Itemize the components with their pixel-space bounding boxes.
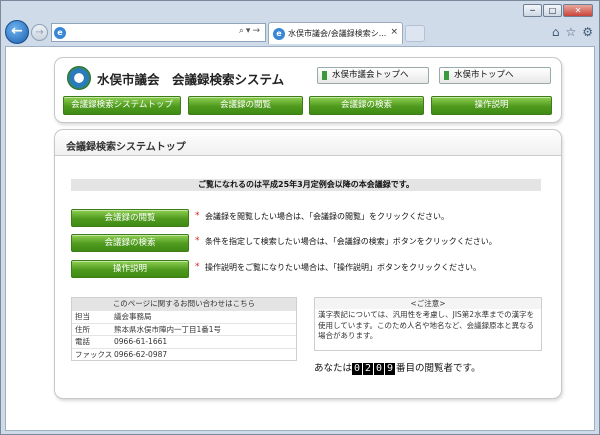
notice-bar: ご覧になれるのは平成25年3月定例会以降の本会議録です。	[71, 179, 541, 191]
council-top-link[interactable]: 水俣市議会トップへ	[317, 67, 429, 84]
new-tab-button[interactable]	[405, 25, 425, 42]
contact-value: 0966-61-1661	[114, 337, 168, 346]
search-minutes-button[interactable]: 会議録の検索	[71, 234, 189, 252]
counter-digit: 0	[374, 362, 385, 375]
home-icon[interactable]: ⌂	[552, 25, 560, 39]
contact-label: 電話	[75, 337, 90, 346]
instructions-button[interactable]: 操作説明	[71, 260, 189, 278]
bullet-asterisk: *	[195, 262, 200, 272]
tab-close-icon[interactable]: ×	[390, 27, 398, 37]
browser-window: ─ □ ✕ ← → e ⌕▾→ e 水俣市議会/会議録検索シ... × ⌂ ☆ …	[0, 0, 600, 435]
bullet-asterisk: *	[195, 211, 200, 221]
city-top-link[interactable]: 水俣市トップへ	[439, 67, 551, 84]
instructions-description: 操作説明をご覧になりたい場合は、「操作説明」ボタンをクリックください。	[205, 263, 481, 272]
minimize-button[interactable]: ─	[523, 4, 542, 17]
table-row: 住所 熊本県水俣市陣内一丁目1番1号	[72, 322, 296, 336]
table-row: 電話 0966-61-1661	[72, 335, 296, 348]
contact-value: 0966-62-0987	[114, 349, 168, 359]
nav-instructions[interactable]: 操作説明	[431, 96, 552, 115]
window-controls: ─ □ ✕	[523, 4, 593, 17]
caution-box: <ご注意> 漢字表記については、汎用性を考慮し、JIS第2水準までの漢字を使用し…	[314, 297, 542, 351]
tab-ie-icon: e	[273, 28, 285, 40]
browse-minutes-button[interactable]: 会議録の閲覧	[71, 209, 189, 227]
main-header: 会議録検索システムトップ	[55, 130, 561, 156]
site-title: 水俣市議会 会議録検索システム	[97, 72, 285, 87]
nav-system-top[interactable]: 会議録検索システムトップ	[63, 96, 181, 115]
main-panel: 会議録検索システムトップ ご覧になれるのは平成25年3月定例会以降の本会議録です…	[54, 129, 562, 399]
visitor-counter: あなたは 0 2 0 9 番目の閲覧者です。	[314, 360, 481, 375]
bullet-asterisk: *	[195, 236, 200, 246]
caution-text: 漢字表記については、汎用性を考慮し、JIS第2水準までの漢字を使用しています。こ…	[318, 310, 535, 340]
site-header-panel: 水俣市議会 会議録検索システム 水俣市議会トップへ 水俣市トップへ 会議録検索シ…	[54, 57, 562, 123]
counter-digit: 0	[352, 362, 363, 375]
contact-heading: このページに関するお問い合わせはこちら	[72, 298, 296, 310]
ie-icon: e	[54, 27, 66, 39]
table-row: ファックス 0966-62-0987	[72, 347, 296, 361]
star-icon[interactable]: ☆	[565, 25, 576, 39]
maximize-button[interactable]: □	[543, 4, 562, 17]
address-tools[interactable]: ⌕▾→	[239, 26, 262, 36]
tab-active[interactable]: e 水俣市議会/会議録検索シ... ×	[268, 22, 403, 44]
browser-toolbar: ← → e ⌕▾→ e 水俣市議会/会議録検索シ... × ⌂ ☆ ⚙	[1, 18, 599, 46]
browse-description: 会議録を閲覧したい場合は、「会議録の閲覧」をクリックください。	[205, 212, 449, 221]
contact-value: 議会事務局	[114, 312, 152, 321]
contact-table: このページに関するお問い合わせはこちら 担当 議会事務局 住所 熊本県水俣市陣内…	[71, 297, 297, 361]
contact-value: 熊本県水俣市陣内一丁目1番1号	[114, 324, 222, 334]
contact-label: 住所	[75, 324, 90, 334]
counter-digit: 2	[363, 362, 374, 375]
search-description: 条件を指定して検索したい場合は、「会議録の検索」ボタンをクリックください。	[205, 237, 497, 246]
address-bar[interactable]: e ⌕▾→	[51, 23, 266, 42]
gear-icon[interactable]: ⚙	[582, 25, 593, 39]
nav-browse-minutes[interactable]: 会議録の閲覧	[188, 96, 303, 115]
contact-label: ファックス	[75, 349, 113, 359]
counter-prefix: あなたは	[314, 363, 353, 374]
table-row: 担当 議会事務局	[72, 310, 296, 323]
back-button[interactable]: ←	[5, 20, 29, 44]
close-window-button[interactable]: ✕	[563, 4, 593, 17]
city-logo-icon	[67, 66, 91, 90]
nav-search-minutes[interactable]: 会議録の検索	[309, 96, 424, 115]
browser-tool-icons: ⌂ ☆ ⚙	[552, 25, 593, 39]
tab-title: 水俣市議会/会議録検索シ...	[288, 29, 387, 38]
contact-label: 担当	[75, 312, 90, 321]
caution-heading: <ご注意>	[315, 298, 541, 309]
page-viewport: 水俣市議会 会議録検索システム 水俣市議会トップへ 水俣市トップへ 会議録検索シ…	[5, 46, 595, 431]
counter-digit: 9	[385, 362, 396, 375]
page-title: 会議録検索システムトップ	[66, 142, 186, 153]
forward-button[interactable]: →	[31, 24, 48, 41]
counter-suffix: 番目の閲覧者です。	[396, 363, 481, 374]
